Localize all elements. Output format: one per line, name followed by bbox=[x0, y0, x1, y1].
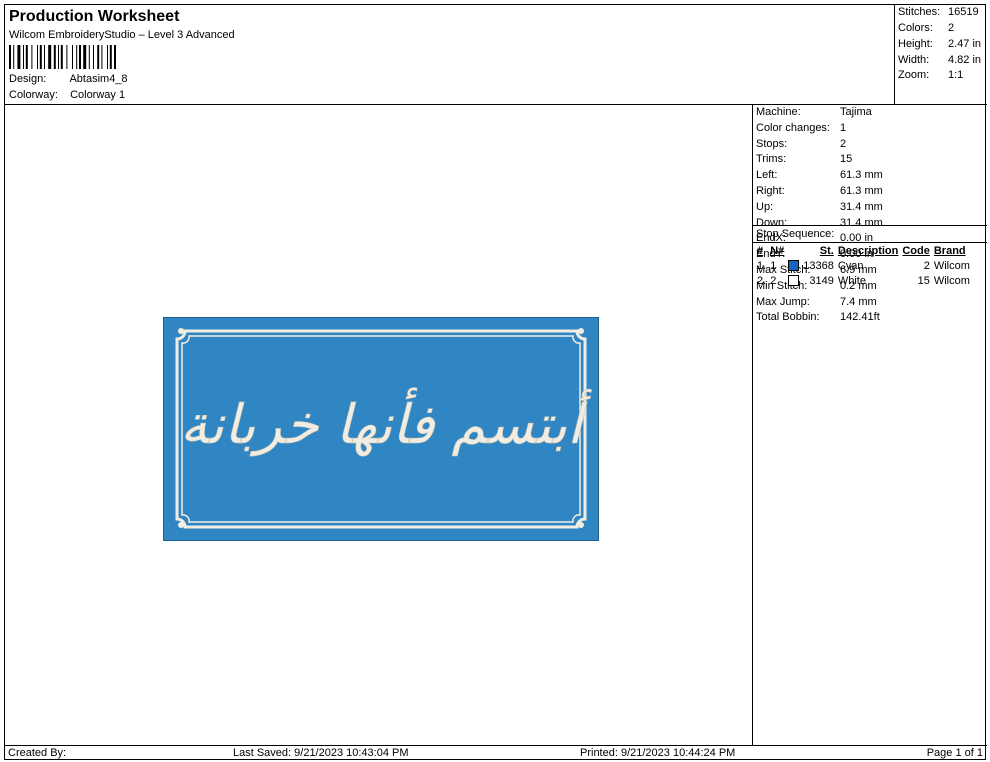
info-value: 61.3 mm bbox=[840, 169, 883, 182]
info-row: Color changes: 1 bbox=[753, 121, 987, 137]
info-label: Left: bbox=[756, 169, 778, 182]
stop-sequence-table: # N# St. Description Code Brand 1. 1 133… bbox=[755, 243, 972, 288]
info-value: 15 bbox=[840, 153, 853, 166]
colorway-row: Colorway: Colorway 1 bbox=[9, 89, 125, 101]
worksheet-frame: Production Worksheet Wilcom EmbroiderySt… bbox=[4, 4, 987, 761]
width-label: Width: bbox=[898, 54, 930, 66]
info-label: Stops: bbox=[756, 137, 788, 150]
swatch-cyan bbox=[788, 260, 800, 272]
row-code: 15 bbox=[917, 274, 930, 287]
col-num: # bbox=[757, 244, 764, 257]
colors-row: Colors: 2 bbox=[898, 22, 954, 34]
info-row: Right: 61.3 mm bbox=[753, 184, 987, 200]
machine-info-panel: Machine: Tajima Color changes: 1 Stops: 2 Trim… bbox=[753, 105, 987, 325]
height-value: 2.47 in bbox=[948, 38, 982, 50]
arabic-design-text: أبتسم فأنها خربانة bbox=[180, 387, 592, 457]
row-desc: White bbox=[837, 274, 866, 287]
info-label: Color changes: bbox=[756, 121, 830, 134]
swatch-white bbox=[788, 275, 800, 287]
stop-sequence-label: Stop Sequence: bbox=[753, 225, 987, 243]
design-preview-canvas: أبتسم فأنها خربانة bbox=[5, 105, 753, 745]
corner-dot bbox=[178, 328, 184, 334]
info-row: Up: 31.4 mm bbox=[753, 200, 987, 216]
color-swatch bbox=[786, 273, 801, 288]
row-st: 3149 bbox=[809, 274, 834, 287]
col-description: Description bbox=[837, 244, 899, 257]
info-label: Trims: bbox=[756, 153, 787, 166]
info-value: 142.41ft bbox=[840, 311, 880, 324]
col-brand: Brand bbox=[933, 244, 966, 257]
design-row: Design: Abtasim4_8 bbox=[9, 73, 128, 85]
info-label: Machine: bbox=[756, 106, 801, 118]
table-header-row: # N# St. Description Code Brand bbox=[755, 243, 972, 258]
stats-panel: Stitches: 16519 Colors: 2 Height: 2.47 in W… bbox=[895, 5, 987, 105]
col-code: Code bbox=[902, 244, 930, 257]
colorway-value: Colorway 1 bbox=[70, 89, 126, 101]
embroidery-design-preview: أبتسم فأنها خربانة bbox=[163, 317, 599, 541]
corner-dot bbox=[578, 328, 584, 334]
last-saved: Last Saved: 9/21/2023 10:43:04 PM bbox=[233, 747, 409, 759]
zoom-row: Zoom: 1:1 bbox=[898, 69, 963, 81]
info-value: 31.4 mm bbox=[840, 200, 883, 213]
corner-dot bbox=[178, 522, 184, 528]
stitches-value: 16519 bbox=[948, 6, 979, 18]
info-row: Left: 61.3 mm bbox=[753, 168, 987, 184]
table-row: 1. 1 13368 Cyan 2 Wilcom bbox=[755, 258, 972, 273]
info-value: 2 bbox=[840, 137, 847, 150]
info-row: Machine: Tajima bbox=[753, 105, 987, 121]
info-label: Up: bbox=[756, 200, 774, 213]
info-label: Max Jump: bbox=[756, 295, 810, 308]
info-value: Tajima bbox=[840, 106, 872, 118]
worksheet-header: Production Worksheet Wilcom EmbroiderySt… bbox=[5, 5, 895, 105]
table-row: 2. 2 3149 White 15 Wilcom bbox=[755, 273, 972, 288]
color-swatch bbox=[786, 258, 801, 273]
info-value: 7.4 mm bbox=[840, 295, 877, 308]
barcode-image bbox=[9, 45, 116, 69]
row-code: 2 bbox=[923, 259, 930, 272]
page-number: Page 1 of 1 bbox=[926, 747, 983, 759]
row-n: 1 bbox=[770, 259, 777, 272]
row-num: 1. bbox=[757, 259, 767, 272]
col-st: St. bbox=[819, 244, 834, 257]
width-value: 4.82 in bbox=[948, 54, 982, 66]
height-label: Height: bbox=[898, 38, 933, 50]
page-title: Production Worksheet bbox=[9, 8, 180, 25]
row-n: 2 bbox=[770, 274, 777, 287]
row-brand: Wilcom bbox=[933, 259, 970, 272]
row-st: 13368 bbox=[803, 259, 834, 272]
info-row: Total Bobbin: 142.41ft bbox=[753, 310, 987, 326]
zoom-value: 1:1 bbox=[948, 69, 964, 81]
software-subtitle: Wilcom EmbroideryStudio – Level 3 Advanc… bbox=[9, 29, 235, 41]
info-row: Stops: 2 bbox=[753, 137, 987, 153]
row-num: 2. bbox=[757, 274, 767, 287]
colors-value: 2 bbox=[948, 22, 955, 34]
col-swatch bbox=[786, 243, 801, 258]
colors-label: Colors: bbox=[898, 22, 933, 34]
width-row: Width: 4.82 in bbox=[898, 54, 981, 66]
height-row: Height: 2.47 in bbox=[898, 38, 981, 50]
colorway-label: Colorway: bbox=[9, 89, 58, 101]
col-n: N# bbox=[770, 244, 785, 257]
design-value: Abtasim4_8 bbox=[69, 73, 128, 85]
stitches-row: Stitches: 16519 bbox=[898, 6, 979, 18]
zoom-label: Zoom: bbox=[898, 69, 930, 81]
corner-dot bbox=[578, 522, 584, 528]
row-desc: Cyan bbox=[837, 259, 864, 272]
info-value: 1 bbox=[840, 121, 847, 134]
info-label: Total Bobbin: bbox=[756, 311, 820, 324]
info-row: Max Jump: 7.4 mm bbox=[753, 295, 987, 311]
info-row: Trims: 15 bbox=[753, 152, 987, 168]
info-label: Right: bbox=[756, 184, 785, 197]
info-value: 61.3 mm bbox=[840, 184, 883, 197]
design-label: Design: bbox=[9, 73, 47, 85]
created-by: Created By: bbox=[8, 747, 67, 759]
worksheet-footer: Created By: Last Saved: 9/21/2023 10:43:… bbox=[5, 745, 987, 761]
stitches-label: Stitches: bbox=[898, 6, 941, 18]
stop-sequence-panel: Stop Sequence: # N# St. Description Code… bbox=[753, 225, 987, 288]
row-brand: Wilcom bbox=[933, 274, 970, 287]
printed-date: Printed: 9/21/2023 10:44:24 PM bbox=[580, 747, 736, 759]
